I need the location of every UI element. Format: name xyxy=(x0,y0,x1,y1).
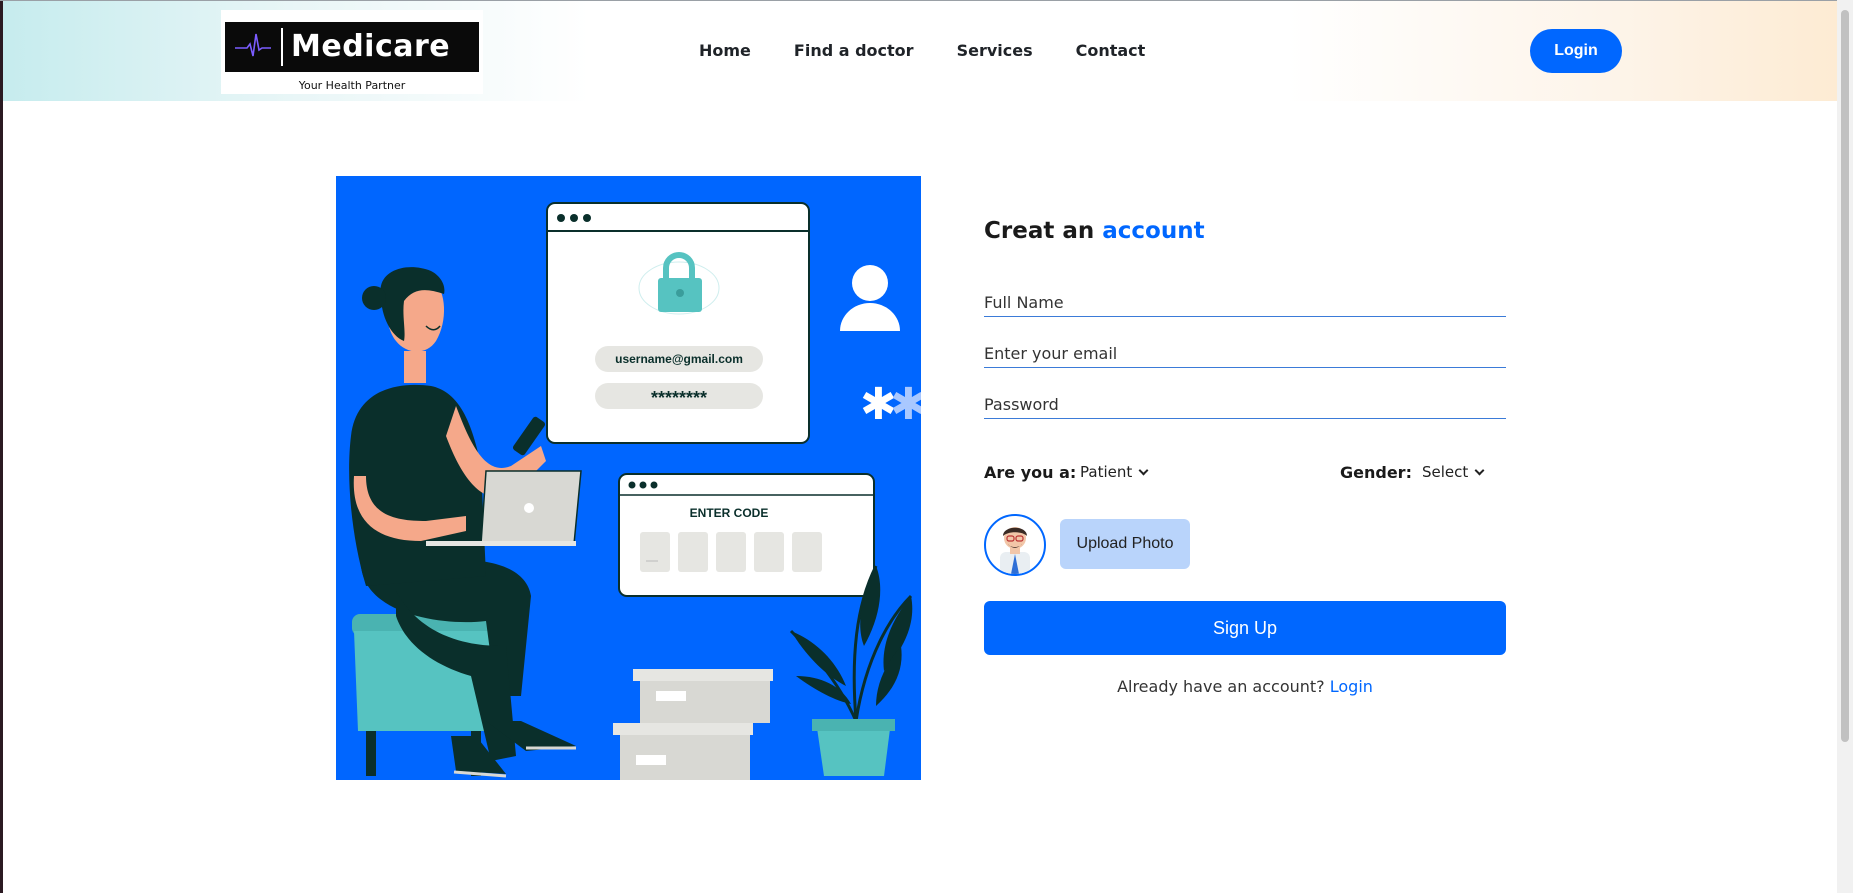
logo-divider xyxy=(281,28,283,66)
role-label: Are you a: xyxy=(984,463,1077,482)
password-field[interactable]: Password xyxy=(984,389,1506,419)
signup-illustration: username@gmail.com ******** ✱ ✱ ENTER CO… xyxy=(336,176,921,780)
code-window-title: ENTER CODE xyxy=(690,506,769,520)
signup-form: Creat an account Full Name Enter your em… xyxy=(984,218,1506,696)
scrollbar[interactable] xyxy=(1837,0,1853,893)
form-title: Creat an account xyxy=(984,218,1506,244)
plant xyxy=(789,565,913,776)
signup-button[interactable]: Sign Up xyxy=(984,601,1506,655)
gender-select-value: Select xyxy=(1422,463,1469,481)
header-login-button[interactable]: Login xyxy=(1530,29,1622,73)
illustration-email: username@gmail.com xyxy=(615,352,743,366)
nav-find-doctor[interactable]: Find a doctor xyxy=(794,41,914,60)
nav-home[interactable]: Home xyxy=(699,41,751,60)
email-field[interactable]: Enter your email xyxy=(984,338,1506,368)
already-account-label: Already have an account? xyxy=(1117,677,1325,696)
user-silhouette-icon xyxy=(840,265,900,331)
illustration-password: ******** xyxy=(651,388,707,408)
already-account-text: Already have an account? Login xyxy=(984,677,1506,696)
illustration-art: username@gmail.com ******** ✱ ✱ ENTER CO… xyxy=(349,202,921,780)
nav-services[interactable]: Services xyxy=(957,41,1033,60)
main-nav: Home Find a doctor Services Contact xyxy=(699,41,1188,60)
login-link[interactable]: Login xyxy=(1330,677,1373,696)
role-select[interactable]: Patient xyxy=(1080,463,1149,481)
code-window xyxy=(618,473,875,597)
brand-logo[interactable]: Medicare Your Health Partner xyxy=(221,10,483,94)
gender-label: Gender: xyxy=(1340,463,1412,482)
scrollbar-thumb[interactable] xyxy=(1841,10,1849,742)
asterisk-icon: ✱ xyxy=(890,379,921,430)
window-edge xyxy=(0,0,3,893)
brand-tagline: Your Health Partner xyxy=(298,79,406,92)
nav-contact[interactable]: Contact xyxy=(1076,41,1146,60)
full-name-field[interactable]: Full Name xyxy=(984,287,1506,317)
chevron-down-icon xyxy=(1138,465,1149,475)
brand-name: Medicare xyxy=(291,29,451,64)
role-gender-row: Are you a: Patient Gender: Select xyxy=(984,458,1506,488)
gender-select[interactable]: Select xyxy=(1422,463,1485,481)
role-select-value: Patient xyxy=(1080,463,1133,481)
site-header: Medicare Your Health Partner Home Find a… xyxy=(3,1,1837,101)
form-title-accent: account xyxy=(1102,218,1205,244)
heartbeat-icon xyxy=(235,33,271,57)
storage-boxes xyxy=(613,669,773,780)
form-title-prefix: Creat an xyxy=(984,218,1095,244)
logo-box: Medicare xyxy=(225,22,479,72)
upload-photo-button[interactable]: Upload Photo xyxy=(1060,519,1190,569)
doctor-avatar-icon xyxy=(984,514,1046,576)
photo-upload-row: Upload Photo xyxy=(984,514,1506,576)
chevron-down-icon xyxy=(1474,465,1485,475)
